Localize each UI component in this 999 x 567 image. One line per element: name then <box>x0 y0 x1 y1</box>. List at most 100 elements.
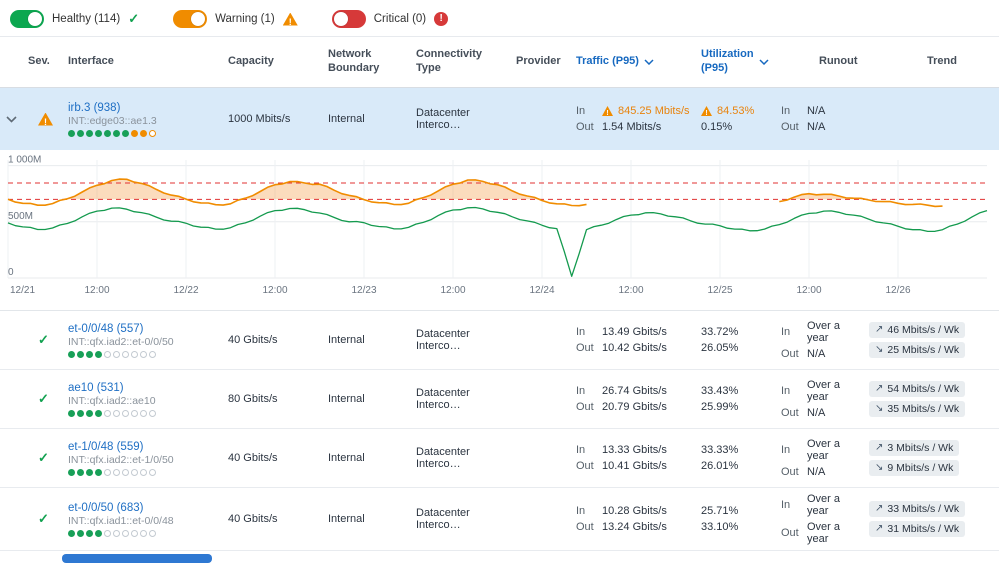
interface-cell: et-0/0/48 (557) INT::qfx.iad2::et-0/0/50 <box>68 323 228 358</box>
health-dot <box>149 468 156 476</box>
health-history-dots <box>68 129 222 137</box>
health-dot <box>68 409 75 417</box>
interface-cell: et-1/0/48 (559) INT::qfx.iad2::et-1/0/50 <box>68 441 228 476</box>
svg-text:12:00: 12:00 <box>796 285 821 296</box>
interface-link[interactable]: ae10 (531) <box>68 382 124 394</box>
health-dot <box>122 529 129 537</box>
svg-text:12/21: 12/21 <box>10 285 35 296</box>
svg-text:12/22: 12/22 <box>173 285 198 296</box>
connectivity-cell: Datacenter Interco… <box>416 328 470 352</box>
critical-icon: ! <box>434 12 449 26</box>
health-dot <box>86 529 93 537</box>
severity-cell: ✓ <box>28 511 68 527</box>
health-dot <box>122 350 129 358</box>
health-dot <box>68 468 75 476</box>
filter-warning-label: Warning (1) <box>215 13 275 25</box>
capacity-cell: 80 Gbits/s <box>228 393 278 405</box>
health-dot <box>86 129 93 137</box>
warning-toggle[interactable] <box>173 10 208 28</box>
health-dot <box>86 350 93 358</box>
boundary-cell: Internal <box>328 452 365 464</box>
health-dot <box>140 529 147 537</box>
table-row[interactable]: ✓ et-0/0/50 (683) INT::qfx.iad1::et-0/0/… <box>0 488 999 551</box>
header-runout[interactable]: Runout <box>781 55 869 69</box>
header-severity[interactable]: Sev. <box>28 55 68 69</box>
critical-toggle[interactable] <box>331 10 366 28</box>
header-connectivity-type[interactable]: Connectivity Type <box>416 48 516 76</box>
health-dot <box>113 529 120 537</box>
trend-cell: ↗ 54 Mbits/s / Wk ↘ 35 Mbits/s / Wk <box>869 381 999 417</box>
warning-icon <box>701 106 712 116</box>
health-dot <box>140 350 147 358</box>
horizontal-scrollbar-thumb[interactable] <box>62 554 212 563</box>
health-dot <box>131 350 138 358</box>
connectivity-cell: Datacenter Interco… <box>416 107 470 131</box>
chevron-down-icon <box>5 115 17 123</box>
health-dot <box>68 350 75 358</box>
table-row[interactable]: ✓ et-0/0/48 (557) INT::qfx.iad2::et-0/0/… <box>0 311 999 370</box>
utilization-cell: 33.43% 25.99% <box>701 385 739 413</box>
traffic-chart[interactable]: 12/21 12:00 12/22 12:00 12/23 12:00 12/24 12:00… <box>0 150 999 311</box>
health-dot <box>95 409 102 417</box>
capacity-cell: 40 Gbits/s <box>228 452 278 464</box>
header-interface[interactable]: Interface <box>68 55 228 69</box>
health-dot <box>113 350 120 358</box>
interface-cell: ae10 (531) INT::qfx.iad2::ae10 <box>68 382 228 417</box>
health-dot <box>140 409 147 417</box>
trend-cell: ↗ 3 Mbits/s / Wk ↘ 9 Mbits/s / Wk <box>869 440 999 476</box>
header-network-boundary[interactable]: Network Boundary <box>328 48 416 76</box>
header-traffic-p95[interactable]: Traffic (P95) <box>576 55 701 69</box>
health-dot <box>131 129 138 137</box>
svg-text:1 000M: 1 000M <box>8 155 41 166</box>
header-utilization-p95[interactable]: Utilization (P95) <box>701 48 781 76</box>
interface-subtitle: INT::qfx.iad1::et-0/0/48 <box>68 514 174 527</box>
health-dot <box>140 468 147 476</box>
interface-link[interactable]: et-0/0/48 (557) <box>68 323 143 335</box>
health-dot <box>131 409 138 417</box>
interface-link[interactable]: et-1/0/48 (559) <box>68 441 143 453</box>
toggle-knob <box>28 12 42 26</box>
connectivity-cell: Datacenter Interco… <box>416 387 470 411</box>
header-trend[interactable]: Trend <box>869 55 999 69</box>
table-row[interactable]: irb.3 (938) INT::edge03::ae1.3 1000 Mbit… <box>0 88 999 150</box>
warning-icon <box>282 12 298 26</box>
health-dot <box>104 409 111 417</box>
svg-text:12:00: 12:00 <box>84 285 109 296</box>
health-dot <box>95 350 102 358</box>
header-provider[interactable]: Provider <box>516 55 576 69</box>
table-row[interactable]: ✓ et-1/0/48 (559) INT::qfx.iad2::et-1/0/… <box>0 429 999 488</box>
health-dot <box>77 129 84 137</box>
health-history-dots <box>68 409 222 417</box>
trend-badge: ↗ 31 Mbits/s / Wk <box>869 521 966 537</box>
health-history-dots <box>68 529 222 537</box>
warning-icon <box>602 106 613 116</box>
healthy-toggle[interactable] <box>10 10 44 28</box>
trend-badge: ↘ 25 Mbits/s / Wk <box>869 342 966 358</box>
traffic-cell: In 10.28 Gbits/s Out 13.24 Gbits/s <box>576 505 667 533</box>
capacity-cell: 1000 Mbits/s <box>228 113 291 125</box>
runout-cell: In Over a year Out Over a year <box>781 493 841 545</box>
traffic-chart-svg[interactable]: 12/21 12:00 12/22 12:00 12/23 12:00 12/24 12:00… <box>0 150 999 310</box>
health-history-dots <box>68 350 222 358</box>
trend-cell: ↗ 46 Mbits/s / Wk ↘ 25 Mbits/s / Wk <box>869 322 999 358</box>
health-dot <box>113 409 120 417</box>
table-row[interactable]: ✓ ae10 (531) INT::qfx.iad2::ae10 80 Gbit… <box>0 370 999 429</box>
runout-cell: In Over a year Out N/A <box>781 438 841 478</box>
header-capacity[interactable]: Capacity <box>228 55 328 69</box>
filter-critical-label: Critical (0) <box>373 13 427 25</box>
health-dot <box>77 409 84 417</box>
health-dot <box>104 468 111 476</box>
expand-cell[interactable] <box>0 115 28 123</box>
trend-badge: ↘ 35 Mbits/s / Wk <box>869 401 966 417</box>
trend-badge: ↗ 46 Mbits/s / Wk <box>869 322 966 338</box>
check-icon: ✓ <box>38 332 49 347</box>
svg-text:12:00: 12:00 <box>440 285 465 296</box>
health-dot <box>77 529 84 537</box>
trend-down-icon: ↘ <box>875 462 884 473</box>
interface-monitoring-app: Healthy (114) ✓ Warning (1) Critical (0)… <box>0 0 999 567</box>
interface-link[interactable]: et-0/0/50 (683) <box>68 502 143 514</box>
check-icon: ✓ <box>38 391 49 406</box>
interface-subtitle: INT::qfx.iad2::et-0/0/50 <box>68 335 174 348</box>
interface-link[interactable]: irb.3 (938) <box>68 102 120 114</box>
health-dot <box>104 129 111 137</box>
